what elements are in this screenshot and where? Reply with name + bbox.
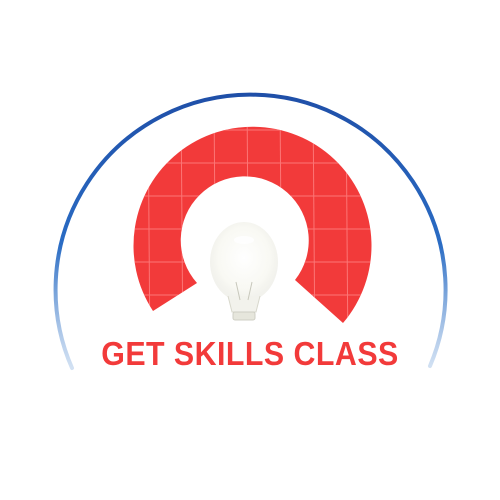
logo-graphic — [53, 92, 448, 370]
brand-name: GET SKILLS CLASS — [101, 335, 399, 372]
logo: GET SKILLS CLASS — [0, 0, 500, 500]
lightbulb-icon — [210, 222, 278, 321]
